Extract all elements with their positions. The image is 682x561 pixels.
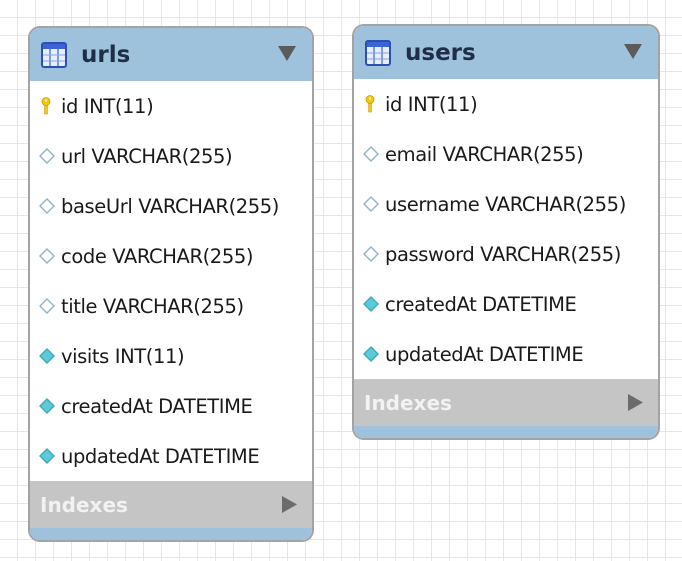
- expand-arrow-icon[interactable]: [282, 496, 297, 513]
- table-header[interactable]: users: [354, 26, 658, 79]
- column-row[interactable]: id INT(11): [30, 81, 312, 131]
- indexes-label: Indexes: [40, 492, 128, 517]
- expand-arrow-icon[interactable]: [628, 394, 643, 411]
- column-row[interactable]: createdAt DATETIME: [30, 381, 312, 431]
- column-diamond-filled-icon: [39, 398, 55, 414]
- table-icon: [41, 41, 67, 68]
- indexes-section[interactable]: Indexes: [30, 481, 312, 528]
- column-diamond-icon: [363, 196, 379, 212]
- table-icon: [365, 39, 391, 66]
- column-label: baseUrl VARCHAR(255): [61, 194, 280, 218]
- column-list: id INT(11) email VARCHAR(255) username VAR…: [354, 79, 658, 379]
- column-label: code VARCHAR(255): [61, 244, 254, 268]
- column-diamond-icon: [39, 198, 55, 214]
- column-row[interactable]: updatedAt DATETIME: [30, 431, 312, 481]
- column-diamond-icon: [363, 246, 379, 262]
- column-label: id INT(11): [385, 92, 478, 116]
- column-row[interactable]: username VARCHAR(255): [354, 179, 658, 229]
- column-row[interactable]: updatedAt DATETIME: [354, 329, 658, 379]
- key-icon: [41, 97, 51, 115]
- column-label: url VARCHAR(255): [61, 144, 233, 168]
- column-label: updatedAt DATETIME: [385, 342, 584, 366]
- column-label: createdAt DATETIME: [385, 292, 577, 316]
- column-label: visits INT(11): [61, 344, 185, 368]
- column-diamond-icon: [363, 146, 379, 162]
- column-label: password VARCHAR(255): [385, 242, 621, 266]
- indexes-section[interactable]: Indexes: [354, 379, 658, 426]
- column-row[interactable]: password VARCHAR(255): [354, 229, 658, 279]
- column-row[interactable]: id INT(11): [354, 79, 658, 129]
- column-label: id INT(11): [61, 94, 154, 118]
- table-name: users: [405, 39, 476, 66]
- collapse-arrow-icon[interactable]: [624, 44, 642, 59]
- column-list: id INT(11) url VARCHAR(255) baseUrl VARCHA…: [30, 81, 312, 481]
- key-icon: [365, 95, 375, 113]
- column-diamond-icon: [39, 148, 55, 164]
- column-label: username VARCHAR(255): [385, 192, 626, 216]
- column-row[interactable]: url VARCHAR(255): [30, 131, 312, 181]
- column-diamond-icon: [39, 248, 55, 264]
- column-row[interactable]: email VARCHAR(255): [354, 129, 658, 179]
- column-row[interactable]: createdAt DATETIME: [354, 279, 658, 329]
- column-row[interactable]: visits INT(11): [30, 331, 312, 381]
- table-footer: [30, 528, 312, 540]
- column-diamond-filled-icon: [363, 296, 379, 312]
- table-users[interactable]: users id INT(11) email VARCHAR(255) userna…: [352, 24, 660, 440]
- column-diamond-filled-icon: [39, 448, 55, 464]
- column-row[interactable]: code VARCHAR(255): [30, 231, 312, 281]
- column-label: title VARCHAR(255): [61, 294, 244, 318]
- indexes-label: Indexes: [364, 390, 452, 415]
- column-diamond-filled-icon: [39, 348, 55, 364]
- table-urls[interactable]: urls id INT(11) url VARCHAR(255) baseUrl V…: [28, 26, 314, 542]
- collapse-arrow-icon[interactable]: [278, 46, 296, 61]
- table-header[interactable]: urls: [30, 28, 312, 81]
- column-row[interactable]: baseUrl VARCHAR(255): [30, 181, 312, 231]
- table-name: urls: [81, 41, 131, 68]
- table-footer: [354, 426, 658, 438]
- column-diamond-icon: [39, 298, 55, 314]
- column-label: email VARCHAR(255): [385, 142, 584, 166]
- column-label: createdAt DATETIME: [61, 394, 253, 418]
- column-diamond-filled-icon: [363, 346, 379, 362]
- column-row[interactable]: title VARCHAR(255): [30, 281, 312, 331]
- column-label: updatedAt DATETIME: [61, 444, 260, 468]
